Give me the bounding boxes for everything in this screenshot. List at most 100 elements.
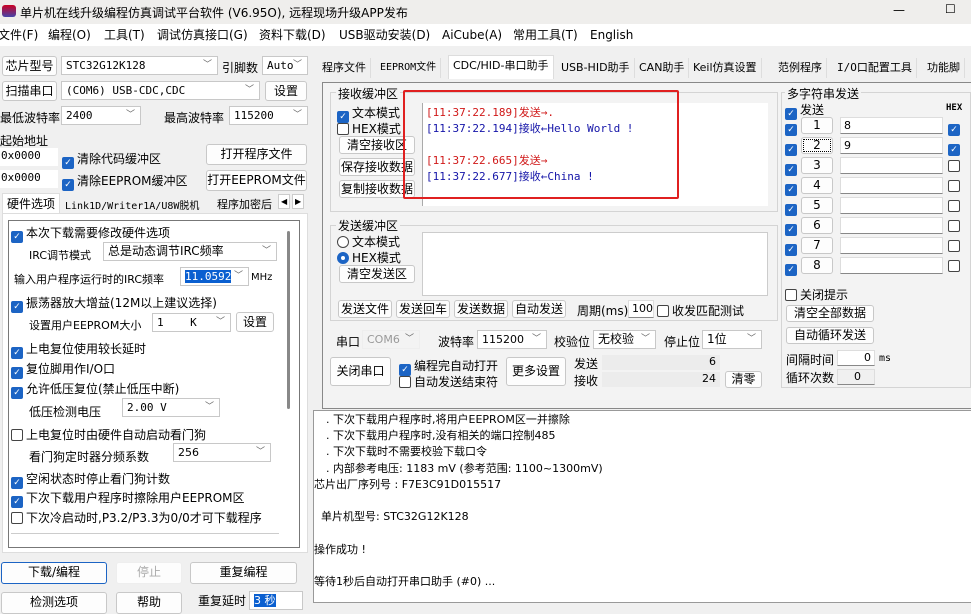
option-hw-watchdog[interactable]: 上电复位时由硬件自动启动看门狗	[11, 426, 206, 443]
send-data-button[interactable]: 发送数据	[454, 300, 508, 318]
multi-row-enable-checkbox[interactable]: ✓	[785, 199, 800, 216]
auto-send-button[interactable]: 自动发送	[512, 300, 566, 318]
match-test-checkbox[interactable]: 收发匹配测试	[657, 302, 744, 319]
eeprom-address-input[interactable]: 0x0000	[0, 170, 58, 188]
multi-row-input[interactable]: 8	[840, 117, 943, 134]
option-idle-stop-wdt[interactable]: ✓ 空闲状态时停止看门狗计数	[11, 470, 170, 489]
option-oscillator-gain[interactable]: ✓ 振荡器放大增益(12M以上建议选择)	[11, 294, 217, 313]
code-address-input[interactable]: 0x0000	[0, 148, 58, 166]
tab-eeprom-file[interactable]: EEPROM文件	[376, 58, 442, 78]
parity-select[interactable]: 无校验 ﹀	[593, 330, 656, 349]
send-file-button[interactable]: 发送文件	[338, 300, 392, 318]
loops-input[interactable]: 0	[837, 369, 875, 385]
scan-port-button[interactable]: 扫描串口	[2, 81, 57, 101]
menu-file[interactable]: 文件(F)	[0, 24, 38, 46]
repeat-delay-select[interactable]: 3 秒	[249, 591, 303, 610]
multi-row-hex-checkbox[interactable]	[948, 219, 963, 233]
send-cr-button[interactable]: 发送回车	[396, 300, 450, 318]
tab-offline[interactable]: Link1D/Writer1A/U8W脱机	[65, 197, 199, 212]
interval-input[interactable]: 0	[837, 350, 875, 366]
tab-scroll-right-icon[interactable]: ▶	[292, 194, 305, 209]
clear-send-button[interactable]: 清空发送区	[339, 265, 415, 283]
tab-keil-sim[interactable]: Keil仿真设置	[689, 58, 762, 78]
menu-aicube[interactable]: AiCube(A)	[442, 24, 502, 46]
irc-mode-select[interactable]: 总是动态调节IRC频率 ﹀	[103, 242, 277, 261]
more-settings-button[interactable]: 更多设置	[506, 357, 566, 386]
maximize-button[interactable]: ☐	[945, 2, 956, 16]
multi-row-input[interactable]	[840, 217, 943, 234]
multi-row-enable-checkbox[interactable]: ✓	[785, 159, 800, 176]
multi-row-input[interactable]: 9	[840, 137, 943, 154]
close-serial-button[interactable]: 关闭串口	[330, 357, 391, 386]
multi-row-hex-checkbox[interactable]	[948, 159, 963, 173]
period-input[interactable]: 100	[628, 300, 654, 318]
multi-row-send-button[interactable]: 6	[801, 217, 833, 234]
multi-row-enable-checkbox[interactable]: ✓	[785, 219, 800, 236]
tab-usb-hid[interactable]: USB-HID助手	[557, 58, 635, 78]
multi-row-enable-checkbox[interactable]: ✓	[785, 119, 800, 136]
multi-row-hex-checkbox[interactable]	[948, 199, 963, 213]
multi-row-enable-checkbox[interactable]: ✓	[785, 259, 800, 276]
minimize-button[interactable]: —	[893, 3, 905, 17]
baud-select[interactable]: 115200 ﹀	[477, 330, 547, 349]
clear-code-checkbox[interactable]: ✓ 清除代码缓冲区	[62, 150, 161, 169]
download-program-button[interactable]: 下载/编程	[1, 562, 107, 584]
menu-download[interactable]: 资料下载(D)	[259, 24, 326, 46]
option-erase-eeprom[interactable]: ✓ 下次下载用户程序时擦除用户EEPROM区	[11, 489, 245, 508]
clear-all-data-button[interactable]: 清空全部数据	[786, 305, 874, 322]
multi-row-hex-checkbox[interactable]: ✓	[948, 139, 963, 156]
multi-row-enable-checkbox[interactable]: ✓	[785, 179, 800, 196]
multi-row-send-button[interactable]: 1	[801, 117, 833, 134]
option-long-reset-delay[interactable]: ✓ 上电复位使用较长延时	[11, 340, 146, 359]
pins-select[interactable]: Auto ﹀	[262, 56, 308, 75]
option-reset-pin-io[interactable]: ✓ 复位脚用作I/O口	[11, 360, 115, 379]
option-low-voltage-reset[interactable]: ✓ 允许低压复位(禁止低压中断)	[11, 380, 179, 399]
multi-row-send-button[interactable]: 3	[801, 157, 833, 174]
stop-button[interactable]: 停止	[116, 562, 182, 584]
recv-hex-mode-checkbox[interactable]: HEX模式	[337, 120, 401, 137]
multi-row-enable-checkbox[interactable]: ✓	[785, 239, 800, 256]
multi-row-send-button[interactable]: 2	[801, 137, 833, 154]
multi-row-send-button[interactable]: 7	[801, 237, 833, 254]
multi-row-send-button[interactable]: 4	[801, 177, 833, 194]
repeat-program-button[interactable]: 重复编程	[190, 562, 297, 584]
multi-row-input[interactable]	[840, 177, 943, 194]
multi-row-input[interactable]	[840, 257, 943, 274]
irc-freq-select[interactable]: 11.0592 ﹀	[180, 267, 249, 286]
eeprom-size-select[interactable]: 1 K ﹀	[152, 313, 231, 332]
tab-encrypt[interactable]: 程序加密后	[217, 196, 272, 212]
auto-end-char-checkbox[interactable]: 自动发送结束符	[399, 373, 498, 390]
eeprom-set-button[interactable]: 设置	[236, 312, 274, 332]
tab-cdc-hid-serial[interactable]: CDC/HID-串口助手	[448, 55, 554, 79]
output-log[interactable]: . 下次下载用户程序时,将用户EEPROM区一并擦除 . 下次下载用户程序时,没有…	[313, 410, 971, 603]
port-select[interactable]: (COM6) USB-CDC,CDC ﹀	[61, 81, 260, 100]
wdt-select[interactable]: 256 ﹀	[173, 443, 271, 462]
tab-scroll-left-icon[interactable]: ◀	[278, 194, 291, 209]
lvd-select[interactable]: 2.00 V ﹀	[122, 398, 220, 417]
multi-row-send-button[interactable]: 5	[801, 197, 833, 214]
menu-debug[interactable]: 调试仿真接口(G)	[157, 24, 248, 46]
menu-english[interactable]: English	[590, 24, 633, 46]
multi-row-hex-checkbox[interactable]	[948, 179, 963, 193]
send-hex-mode-radio[interactable]: HEX模式	[337, 249, 401, 266]
multi-row-send-button[interactable]: 8	[801, 257, 833, 274]
tab-program-file[interactable]: 程序文件	[318, 58, 371, 78]
chip-type-button[interactable]: 芯片型号	[2, 56, 57, 76]
port-settings-button[interactable]: 设置	[265, 81, 307, 101]
min-baud-select[interactable]: 2400 ﹀	[61, 106, 141, 125]
option-modify-hardware[interactable]: ✓ 本次下载需要修改硬件选项	[11, 224, 170, 243]
tab-can[interactable]: CAN助手	[635, 58, 690, 78]
clear-eeprom-checkbox[interactable]: ✓ 清除EEPROM缓冲区	[62, 172, 188, 191]
serial-port-select[interactable]: COM6 ﹀	[362, 330, 420, 349]
multi-row-hex-checkbox[interactable]	[948, 239, 963, 253]
tab-io-config[interactable]: I/O口配置工具	[833, 58, 917, 78]
multi-row-hex-checkbox[interactable]: ✓	[948, 119, 963, 136]
menu-program[interactable]: 编程(O)	[48, 24, 91, 46]
menu-common-tools[interactable]: 常用工具(T)	[513, 24, 578, 46]
tab-function-pin[interactable]: 功能脚	[923, 58, 965, 78]
tab-examples[interactable]: 范例程序	[774, 58, 827, 78]
multi-row-input[interactable]	[840, 157, 943, 174]
help-button[interactable]: 帮助	[116, 592, 182, 614]
clear-count-button[interactable]: 清零	[725, 371, 762, 388]
auto-loop-send-button[interactable]: 自动循环发送	[786, 327, 874, 344]
